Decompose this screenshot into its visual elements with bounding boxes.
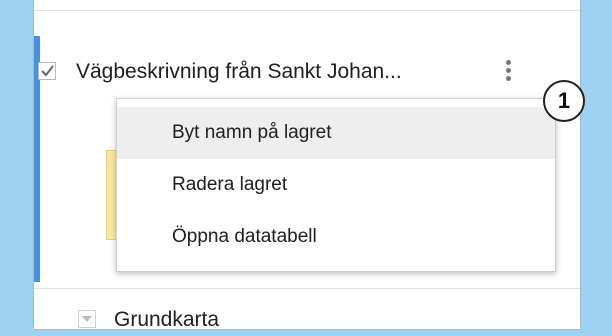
- menu-item-delete-layer[interactable]: Radera lagret: [117, 159, 555, 211]
- dropdown-arrow-icon[interactable]: [78, 310, 96, 328]
- layer-row[interactable]: Vägbeskrivning från Sankt Johan...: [38, 56, 538, 90]
- checkmark-icon: [41, 65, 54, 77]
- menu-item-open-data-table[interactable]: Öppna datatabell: [117, 211, 555, 263]
- layer-visibility-checkbox[interactable]: [38, 62, 56, 80]
- layer-title[interactable]: Vägbeskrivning från Sankt Johan...: [76, 60, 402, 84]
- menu-item-rename-layer[interactable]: Byt namn på lagret: [117, 107, 555, 159]
- step-callout-badge: 1: [543, 80, 585, 122]
- divider: [34, 288, 580, 289]
- divider: [34, 10, 580, 11]
- layer-context-menu: Byt namn på lagret Radera lagret Öppna d…: [116, 98, 556, 272]
- basemap-title[interactable]: Grundkarta: [114, 308, 219, 332]
- kebab-menu-icon[interactable]: [503, 60, 513, 90]
